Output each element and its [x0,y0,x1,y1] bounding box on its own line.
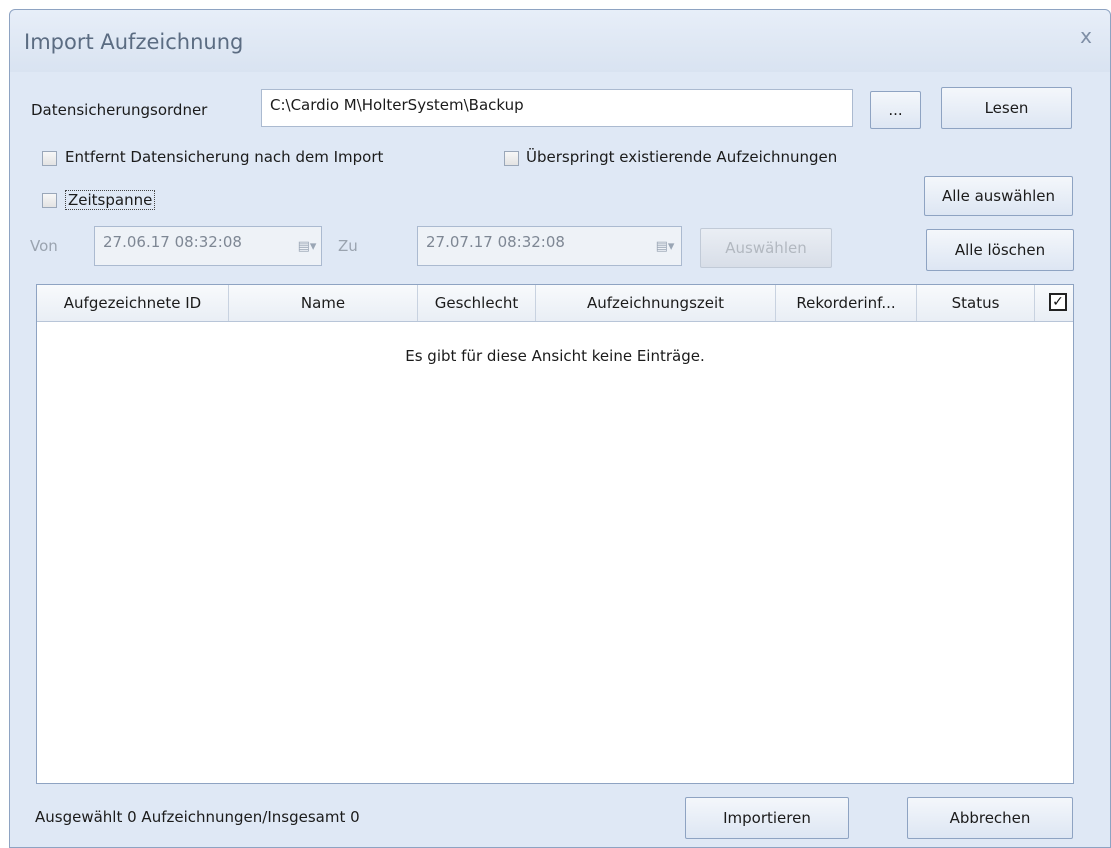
column-name[interactable]: Name [229,285,418,321]
to-label: Zu [338,237,358,255]
timespan-label: Zeitspanne [65,190,156,210]
to-date-value: 27.07.17 08:32:08 [426,233,565,251]
empty-table-message: Es gibt für diese Ansicht keine Einträge… [405,347,705,365]
dialog-title: Import Aufzeichnung [24,30,244,54]
remove-backup-checkbox[interactable] [42,151,57,166]
select-range-button[interactable]: Auswählen [700,228,832,268]
import-button[interactable]: Importieren [685,797,849,839]
backup-path-field[interactable]: C:\Cardio M\HolterSystem\Backup [261,89,853,127]
backup-folder-label: Datensicherungsordner [31,101,208,119]
selection-summary: Ausgewählt 0 Aufzeichnungen/Insgesamt 0 [35,808,360,826]
from-date-value: 27.06.17 08:32:08 [103,233,242,251]
calendar-dropdown-icon[interactable]: ▤▾ [294,237,320,255]
title-bar: Import Aufzeichnung x [10,10,1110,72]
remove-backup-label: Entfernt Datensicherung nach dem Import [65,148,384,166]
browse-button[interactable]: ... [870,91,921,129]
column-recorded-id[interactable]: Aufgezeichnete ID [37,285,229,321]
column-status[interactable]: Status [917,285,1035,321]
from-date-field[interactable]: 27.06.17 08:32:08 [94,226,322,266]
calendar-dropdown-icon[interactable]: ▤▾ [652,237,678,255]
records-table[interactable]: Aufgezeichnete ID Name Geschlecht Aufzei… [36,284,1074,784]
table-header: Aufgezeichnete ID Name Geschlecht Aufzei… [37,285,1073,322]
column-recording-time[interactable]: Aufzeichnungszeit [536,285,776,321]
column-recorder-info[interactable]: Rekorderinf... [776,285,917,321]
select-all-button[interactable]: Alle auswählen [924,176,1073,216]
skip-existing-checkbox[interactable] [504,151,519,166]
clear-all-button[interactable]: Alle löschen [926,229,1074,271]
read-button[interactable]: Lesen [941,87,1072,129]
skip-existing-label: Überspringt existierende Aufzeichnungen [526,148,838,166]
close-icon[interactable]: x [1074,24,1098,48]
to-date-field[interactable]: 27.07.17 08:32:08 [417,226,682,266]
import-dialog: Import Aufzeichnung x Datensicherungsord… [9,9,1111,848]
cancel-button[interactable]: Abbrechen [907,797,1073,839]
timespan-checkbox[interactable] [42,193,57,208]
column-gender[interactable]: Geschlecht [418,285,536,321]
select-all-checkbox[interactable]: ✓ [1049,293,1067,311]
from-label: Von [30,237,58,255]
